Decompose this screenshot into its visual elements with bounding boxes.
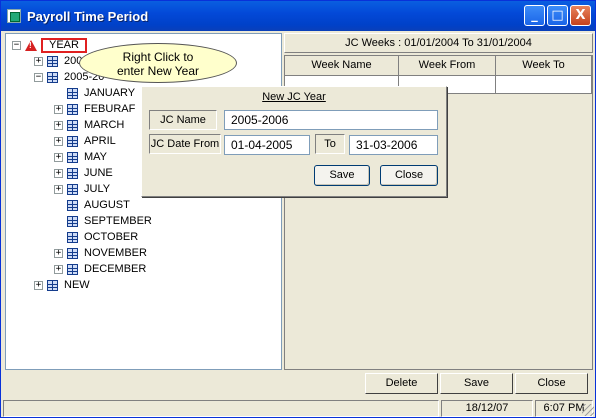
tree-node[interactable]: +200 (34, 53, 82, 69)
weeks-pane: JC Weeks : 01/01/2004 To 31/01/2004 Week… (284, 33, 593, 370)
expand-icon[interactable]: + (34, 56, 43, 66)
expand-icon[interactable]: + (54, 184, 63, 194)
to-label: To (315, 134, 345, 154)
expand-icon[interactable]: + (54, 248, 63, 258)
status-date: 18/12/07 (441, 400, 533, 417)
calendar-grid-icon (67, 263, 78, 275)
calendar-grid-icon (67, 183, 78, 195)
calendar-grid-icon (67, 87, 78, 99)
tree-node[interactable]: + FEBURAF (54, 101, 135, 117)
tree-node-label[interactable]: FEBURAF (84, 103, 135, 115)
calendar-grid-icon (67, 247, 78, 259)
jc-date-from-label: JC Date From (149, 134, 221, 154)
new-jc-year-dialog: New JC Year JC Name 2005-2006 JC Date Fr… (141, 86, 447, 197)
tree-node-label[interactable]: JUNE (84, 167, 113, 179)
tree-node-label[interactable]: NEW (64, 279, 90, 291)
calendar-grid-icon (67, 103, 78, 115)
title-bar: Payroll Time Period _ □ X (1, 1, 595, 31)
tree-node-label[interactable]: JULY (84, 183, 110, 195)
expand-icon[interactable]: + (54, 136, 63, 146)
tree-node-label[interactable]: AUGUST (84, 199, 130, 211)
tree-node[interactable]: + MAY (54, 149, 107, 165)
maximize-button[interactable]: □ (547, 5, 568, 26)
col-week-to[interactable]: Week To (496, 56, 592, 76)
collapse-icon[interactable]: − (12, 40, 21, 50)
calendar-grid-icon (47, 55, 58, 67)
col-week-name[interactable]: Week Name (285, 56, 399, 76)
tree-node[interactable]: + DECEMBER (54, 261, 146, 277)
tree-node-label[interactable]: MAY (84, 151, 107, 163)
weeks-header: JC Weeks : 01/01/2004 To 31/01/2004 (284, 33, 593, 53)
tree-node-label[interactable]: SEPTEMBER (84, 215, 152, 227)
tree-node[interactable]: + JUNE (54, 165, 113, 181)
calendar-grid-icon (67, 215, 78, 227)
jc-date-to-field[interactable]: 31-03-2006 (349, 135, 438, 155)
jc-name-field[interactable]: 2005-2006 (224, 110, 438, 130)
calendar-grid-icon (67, 231, 78, 243)
tree-node[interactable]: + NEW (34, 277, 90, 293)
tree-node-label[interactable]: APRIL (84, 135, 116, 147)
tree-node-label[interactable]: MARCH (84, 119, 124, 131)
dialog-close-button[interactable]: Close (380, 165, 438, 186)
calendar-grid-icon (67, 119, 78, 131)
tree-node-label[interactable]: NOVEMBER (84, 247, 147, 259)
status-cell-empty (3, 400, 439, 417)
dialog-save-button[interactable]: Save (314, 165, 370, 186)
calendar-grid-icon (67, 199, 78, 211)
tree-root[interactable]: − YEAR (12, 37, 87, 53)
tree-node[interactable]: + APRIL (54, 133, 116, 149)
collapse-icon[interactable]: − (34, 72, 43, 82)
col-week-from[interactable]: Week From (399, 56, 496, 76)
payroll-window: Payroll Time Period _ □ X − YEAR +200 − 20… (0, 0, 596, 418)
expand-icon[interactable]: + (54, 264, 63, 274)
close-button[interactable]: Close (515, 373, 588, 394)
year-tree[interactable]: − YEAR +200−2005-20JANUARY+FEBURAF+MARCH… (5, 33, 282, 370)
expand-icon[interactable]: + (54, 168, 63, 178)
expand-icon[interactable]: + (34, 280, 43, 290)
calendar-grid-icon (47, 279, 58, 291)
tree-node[interactable]: SEPTEMBER (54, 213, 152, 229)
save-button[interactable]: Save (440, 373, 513, 394)
close-window-button[interactable]: X (570, 5, 591, 26)
expand-icon[interactable]: + (54, 104, 63, 114)
calendar-grid-icon (67, 135, 78, 147)
jc-date-from-field[interactable]: 01-04-2005 (224, 135, 310, 155)
expand-icon[interactable]: + (54, 120, 63, 130)
tree-node-label[interactable]: OCTOBER (84, 231, 138, 243)
calendar-grid-icon (67, 167, 78, 179)
calendar-grid-icon (67, 151, 78, 163)
minimize-button[interactable]: _ (524, 5, 545, 26)
tree-node-label[interactable]: JANUARY (84, 87, 135, 99)
expand-icon[interactable]: + (54, 152, 63, 162)
tree-node[interactable]: AUGUST (54, 197, 130, 213)
tree-node[interactable]: JANUARY (54, 85, 135, 101)
tree-node-label[interactable]: DECEMBER (84, 263, 146, 275)
callout-line-1: Right Click to (122, 50, 194, 64)
delete-button[interactable]: Delete (365, 373, 438, 394)
calendar-grid-icon (47, 71, 58, 83)
status-bar: 18/12/07 6:07 PM (1, 398, 595, 417)
window-title: Payroll Time Period (27, 8, 149, 24)
dialog-title: New JC Year (262, 91, 326, 103)
tree-node[interactable]: + MARCH (54, 117, 124, 133)
callout-line-2: enter New Year (116, 64, 200, 78)
tree-node[interactable]: + JULY (54, 181, 110, 197)
tree-node[interactable]: OCTOBER (54, 229, 138, 245)
app-icon (7, 9, 21, 23)
warning-icon (25, 39, 37, 51)
tree-node[interactable]: + NOVEMBER (54, 245, 147, 261)
help-callout: Right Click to enter New Year (79, 43, 237, 83)
resize-grip-icon[interactable] (582, 404, 594, 416)
grid-header: Week Name Week From Week To (285, 56, 592, 76)
jc-name-label: JC Name (149, 110, 217, 130)
